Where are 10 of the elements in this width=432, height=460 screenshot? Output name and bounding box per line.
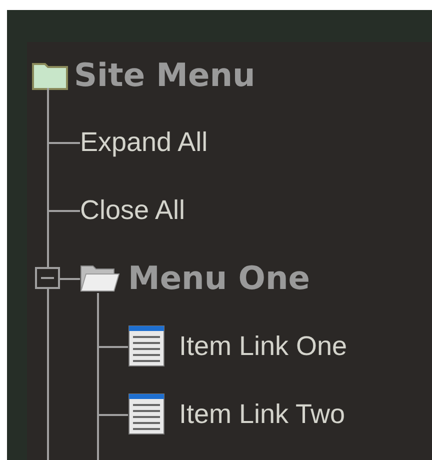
tree-link[interactable]: Expand All	[80, 122, 208, 162]
folder-icon	[32, 60, 68, 90]
collapse-icon[interactable]	[35, 267, 60, 289]
tree-link[interactable]: Close All	[80, 190, 186, 230]
document-icon	[128, 325, 165, 367]
document-icon	[128, 393, 165, 435]
tree-link[interactable]: Item Link Two	[179, 394, 346, 434]
tree-link[interactable]: Item Link One	[179, 326, 348, 366]
tree-root-label[interactable]: Site Menu	[74, 51, 256, 99]
tree-folder-label[interactable]: Menu One	[128, 254, 310, 302]
